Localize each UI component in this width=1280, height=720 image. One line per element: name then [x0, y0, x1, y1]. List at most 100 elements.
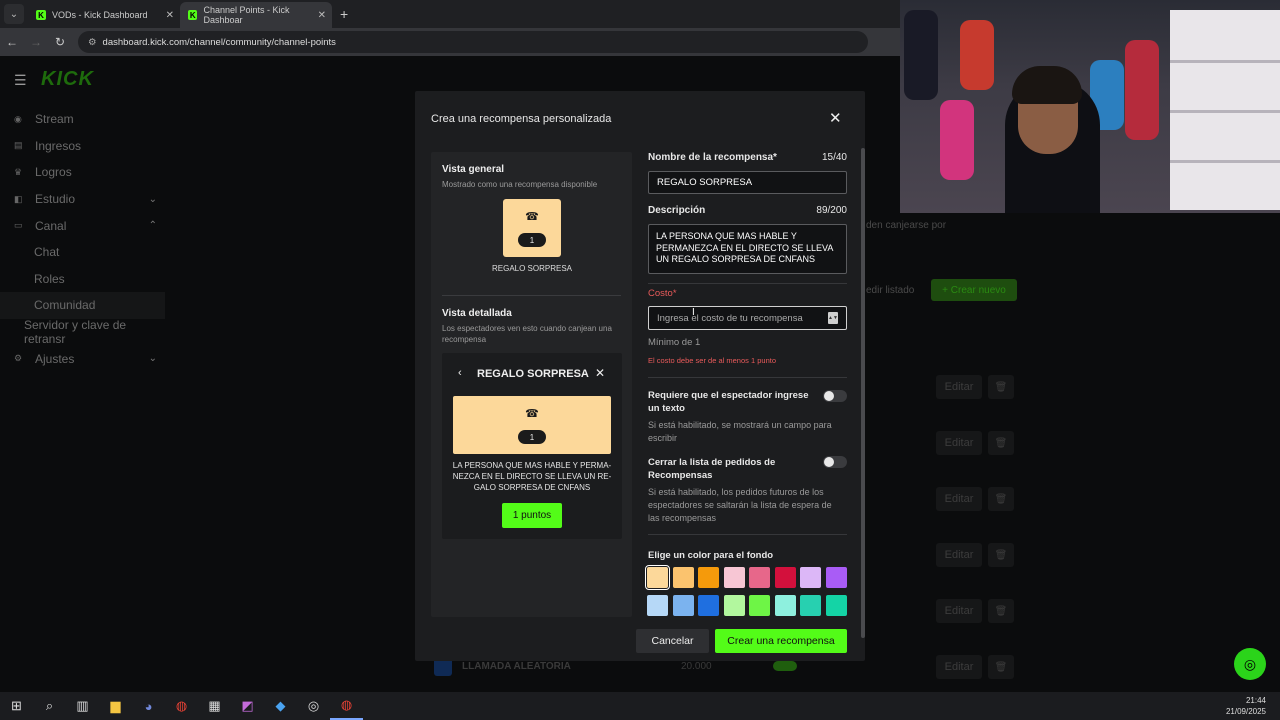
color-swatch[interactable]	[698, 595, 719, 616]
trash-icon[interactable]: 🗑	[988, 487, 1014, 511]
color-swatch[interactable]	[825, 567, 847, 588]
reward-detail-preview: ‹ REGALO SORPRESA ✕ ☎ 1 LA PERSONA QUE M…	[442, 353, 622, 539]
close-queue-description: Si está habilitado, los pedidos futuros …	[648, 487, 832, 523]
bg-description-text: den canjearse por	[866, 220, 947, 231]
reward-card-preview: ☎ 1	[503, 199, 561, 257]
menu-icon[interactable]: ☰	[14, 72, 27, 89]
windows-start-icon[interactable]: ⊞	[0, 692, 33, 720]
sidebar-item-stream[interactable]: ◉ Stream	[0, 106, 165, 133]
task-view-icon[interactable]: ▥	[66, 692, 99, 720]
reward-row-toggle[interactable]	[773, 661, 797, 671]
trash-icon[interactable]: 🗑	[988, 375, 1014, 399]
tab-close-icon[interactable]: ✕	[318, 10, 326, 21]
edit-button[interactable]: Editar	[936, 543, 982, 567]
create-new-button[interactable]: + Crear nuevo	[931, 279, 1017, 301]
edit-button[interactable]: Editar	[936, 487, 982, 511]
stream-icon: ◉	[14, 113, 22, 124]
new-tab-icon[interactable]: +	[340, 6, 348, 22]
kick-logo[interactable]: KICK	[41, 68, 94, 91]
color-swatch[interactable]	[672, 595, 694, 616]
color-swatch[interactable]	[800, 567, 821, 588]
sidebar-item-chat[interactable]: Chat	[0, 239, 165, 266]
app-icon[interactable]: ▦	[198, 692, 231, 720]
sidebar-item-label: Estudio	[35, 192, 76, 207]
sidebar-item-ajustes[interactable]: ⚙ Ajustes ⌄	[0, 345, 165, 372]
reload-icon[interactable]: ↻	[48, 35, 72, 49]
reward-name-input[interactable]: REGALO SORPRESA	[648, 171, 847, 194]
chrome-icon[interactable]: ◍	[330, 692, 363, 720]
require-text-toggle[interactable]	[823, 390, 847, 402]
sidebar-item-ingresos[interactable]: ▤ Ingresos	[0, 133, 165, 160]
site-info-icon[interactable]: ⚙	[88, 37, 97, 48]
app-icon[interactable]: ◩	[231, 692, 264, 720]
color-swatch[interactable]	[774, 595, 796, 616]
color-swatch[interactable]	[647, 595, 668, 616]
help-chat-icon[interactable]: ◎	[1234, 648, 1266, 680]
sidebar-item-label: Stream	[35, 112, 74, 127]
sidebar-item-estudio[interactable]: ◧ Estudio ⌄	[0, 186, 165, 213]
money-icon: ▤	[14, 140, 23, 151]
file-explorer-icon[interactable]: ▆	[99, 692, 132, 720]
sidebar-item-label: Roles	[34, 271, 65, 286]
modal-scrollbar[interactable]	[861, 148, 865, 638]
edit-button[interactable]: Editar	[936, 655, 982, 679]
tab-search-icon[interactable]: ⌄	[4, 4, 24, 24]
close-icon[interactable]: ✕	[595, 366, 605, 380]
create-reward-button[interactable]: Crear una recompensa	[715, 629, 847, 653]
number-stepper-icon[interactable]: ▲▼	[828, 312, 838, 324]
sidebar-item-logros[interactable]: ♛ Logros	[0, 159, 165, 186]
chevron-up-icon: ⌃	[148, 220, 157, 232]
sidebar-item-roles[interactable]: Roles	[0, 266, 165, 293]
bg-edit-list-button[interactable]: edir listado	[866, 285, 914, 296]
url-input[interactable]: ⚙ dashboard.kick.com/channel/community/c…	[78, 31, 868, 53]
forward-icon[interactable]: →	[24, 35, 48, 49]
sidebar-item-label: Servidor y clave de retransr	[24, 318, 127, 347]
system-clock[interactable]: 21:44 21/09/2025	[1226, 695, 1266, 717]
cost-error-message: El costo debe ser de al menos 1 punto	[648, 356, 776, 365]
detail-view-subtitle: Los espectadores ven esto cuando canjean…	[442, 324, 612, 344]
trash-icon[interactable]: 🗑	[988, 431, 1014, 455]
obs-icon[interactable]: ◎	[297, 692, 330, 720]
trash-icon[interactable]: 🗑	[988, 655, 1014, 679]
cost-label: Costo*	[648, 288, 677, 299]
discord-icon[interactable]: ◕	[132, 692, 165, 720]
browser-tab-channel-points[interactable]: K Channel Points - Kick Dashboar ✕	[180, 2, 332, 28]
sidebar-item-canal[interactable]: ▭ Canal ⌃	[0, 212, 165, 239]
back-icon[interactable]: ←	[0, 35, 24, 49]
trash-icon[interactable]: 🗑	[988, 543, 1014, 567]
chevron-down-icon: ⌄	[148, 193, 157, 205]
gift-icon: ☎	[525, 211, 539, 223]
color-swatch[interactable]	[645, 565, 670, 590]
color-swatch[interactable]	[800, 595, 821, 616]
detail-reward-name: REGALO SORPRESA	[477, 368, 589, 380]
tab-close-icon[interactable]: ✕	[166, 10, 174, 21]
sidebar-item-servidor[interactable]: Servidor y clave de retransr	[0, 318, 165, 347]
color-swatch[interactable]	[749, 595, 770, 616]
windows-taskbar: ⊞ ⌕ ▥ ▆ ◕ ◍ ▦ ◩ ◆ ◎ ◍ 21:44 21/09/2025	[0, 692, 1280, 720]
close-queue-toggle[interactable]	[823, 456, 847, 468]
edit-button[interactable]: Editar	[936, 375, 982, 399]
cancel-button[interactable]: Cancelar	[636, 629, 709, 653]
color-swatch[interactable]	[749, 567, 770, 588]
description-input[interactable]: LA PERSONA QUE MAS HABLE Y PERMANEZCA EN…	[648, 224, 847, 274]
chrome-icon[interactable]: ◍	[165, 692, 198, 720]
color-swatch[interactable]	[825, 595, 847, 616]
color-swatch[interactable]	[774, 567, 796, 588]
search-icon[interactable]: ⌕	[33, 692, 66, 720]
sidebar-item-comunidad[interactable]: Comunidad	[0, 292, 165, 319]
close-icon[interactable]: ✕	[829, 109, 842, 127]
app-icon[interactable]: ◆	[264, 692, 297, 720]
edit-button[interactable]: Editar	[936, 431, 982, 455]
browser-tab-vods[interactable]: K VODs - Kick Dashboard ✕	[28, 2, 180, 28]
color-swatch[interactable]	[698, 567, 719, 588]
edit-button[interactable]: Editar	[936, 599, 982, 623]
color-swatch[interactable]	[672, 567, 694, 588]
color-swatch[interactable]	[723, 567, 745, 588]
trash-icon[interactable]: 🗑	[988, 599, 1014, 623]
reward-count-badge: 1	[518, 233, 546, 247]
url-text: dashboard.kick.com/channel/community/cha…	[102, 36, 336, 48]
color-swatch[interactable]	[723, 595, 745, 616]
chevron-left-icon[interactable]: ‹	[458, 367, 462, 379]
points-button[interactable]: 1 puntos	[502, 503, 562, 528]
cost-input[interactable]: Ingresa el costo de tu recompensa ▲▼	[648, 306, 847, 330]
